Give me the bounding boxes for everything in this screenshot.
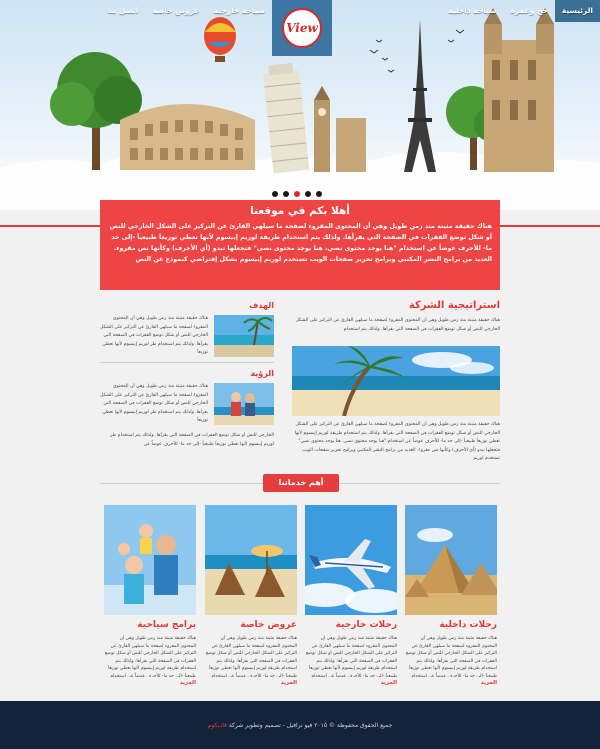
slider-dot[interactable] [316, 191, 322, 197]
resort-pool-image [214, 315, 274, 357]
service-text: هناك حقيقة مثبتة منذ زمن طويل وهي أن الم… [305, 636, 397, 677]
footer-copyright-text: جميع الحقوق محفوظة © ٢٠١٥ فيو ترافيل - ت… [228, 721, 393, 729]
footer: جميع الحقوق محفوظة © ٢٠١٥ فيو ترافيل - ت… [0, 701, 600, 749]
service-more-link[interactable]: المزيد [405, 680, 497, 686]
service-card-programs: برامج سياحية هناك حقيقة مثبتة منذ زمن طو… [104, 505, 196, 686]
strategy-intro-text: هناك حقيقة مثبتة منذ زمن طويل وهي أن الم… [295, 318, 500, 332]
beach-chairs-image [205, 505, 297, 615]
service-more-link[interactable]: المزيد [104, 680, 196, 686]
strategy-body-text: هناك حقيقة مثبتة منذ زمن طويل وهي أن الم… [294, 422, 500, 462]
service-text: هناك حقيقة مثبتة منذ زمن طويل وهي أن الم… [405, 636, 497, 677]
nav-home[interactable]: الرئيسية [554, 0, 600, 22]
hero-banner: الرئيسية حج وعمرة سياحة داخلية View سياح… [0, 0, 600, 210]
slider-dot[interactable] [283, 191, 289, 197]
slider-dots [272, 191, 322, 197]
vision-text: هناك حقيقة مثبتة منذ زمن طويل وهي أن الم… [100, 384, 208, 424]
service-title: رحلات خارجية [335, 620, 397, 630]
service-text: هناك حقيقة مثبتة منذ زمن طويل وهي أن الم… [104, 636, 196, 677]
service-title: رحلات داخلية [439, 620, 497, 630]
services-heading-badge: أهم خدماتنا [263, 474, 339, 492]
service-text: هناك حقيقة مثبتة منذ زمن طويل وهي أن الم… [205, 636, 297, 677]
slider-dot[interactable] [305, 191, 311, 197]
logo-text: View [286, 21, 318, 35]
service-more-link[interactable]: المزيد [205, 680, 297, 686]
service-card-offers: عروض خاصة هناك حقيقة مثبتة منذ زمن طويل … [205, 505, 297, 686]
nav-hajj[interactable]: حج وعمرة [504, 0, 555, 22]
couple-beach-image [214, 383, 274, 425]
beach-palm-image [292, 346, 500, 416]
service-card-foreign: رحلات خارجية هناك حقيقة مثبتة منذ زمن طو… [305, 505, 397, 686]
footer-brand-link[interactable]: فاديكوم [208, 722, 227, 729]
nav-foreign-tourism[interactable]: سياحة خارجية [207, 0, 272, 22]
aside-divider [100, 362, 274, 363]
welcome-box: أهلا بكم في موقعنا هناك حقيقة مثبتة منذ … [100, 200, 500, 290]
slider-dot[interactable] [272, 191, 278, 197]
welcome-title: أهلا بكم في موقعنا [250, 205, 350, 217]
vision-title: الرؤية [250, 369, 274, 378]
nav-contact-us[interactable]: اتصل بنا [101, 0, 146, 22]
service-more-link[interactable]: المزيد [305, 680, 397, 686]
nav-special-offers[interactable]: عروض خاصة [145, 0, 206, 22]
vision-extra-text: الخارجي للنص أو شكل توضع الفقرات في الصف… [110, 433, 274, 447]
goal-text: هناك حقيقة مثبتة منذ زمن طويل وهي أن الم… [100, 316, 208, 356]
logo-emblem: View [282, 8, 322, 48]
family-image [104, 505, 196, 615]
site-logo[interactable]: View [272, 0, 332, 56]
footer-copyright: جميع الحقوق محفوظة © ٢٠١٥ فيو ترافيل - ت… [208, 722, 393, 729]
nav-domestic-tourism[interactable]: سياحة داخلية [441, 0, 503, 22]
pyramids-image [405, 505, 497, 615]
service-card-domestic: رحلات داخلية هناك حقيقة مثبتة منذ زمن طو… [405, 505, 497, 686]
service-title: عروض خاصة [240, 620, 297, 630]
welcome-text: هناك حقيقة مثبتة منذ زمن طويل وهي أن الم… [109, 223, 492, 263]
slider-dot-active[interactable] [294, 191, 300, 197]
vision-section: الرؤية هناك حقيقة مثبتة منذ زمن طويل وهي… [100, 369, 274, 458]
main-nav-right: الرئيسية حج وعمرة سياحة داخلية [332, 0, 600, 22]
goal-section: الهدف هناك حقيقة مثبتة منذ زمن طويل وهي … [100, 301, 274, 361]
strategy-title: استراتيجية الشركة [408, 300, 500, 311]
strategy-section: استراتيجية الشركة هناك حقيقة مثبتة منذ ز… [292, 300, 500, 475]
service-title: برامج سياحية [137, 620, 196, 630]
goal-title: الهدف [249, 301, 274, 310]
airplane-image [305, 505, 397, 615]
main-nav-left: سياحة خارجية عروض خاصة اتصل بنا [86, 0, 272, 22]
